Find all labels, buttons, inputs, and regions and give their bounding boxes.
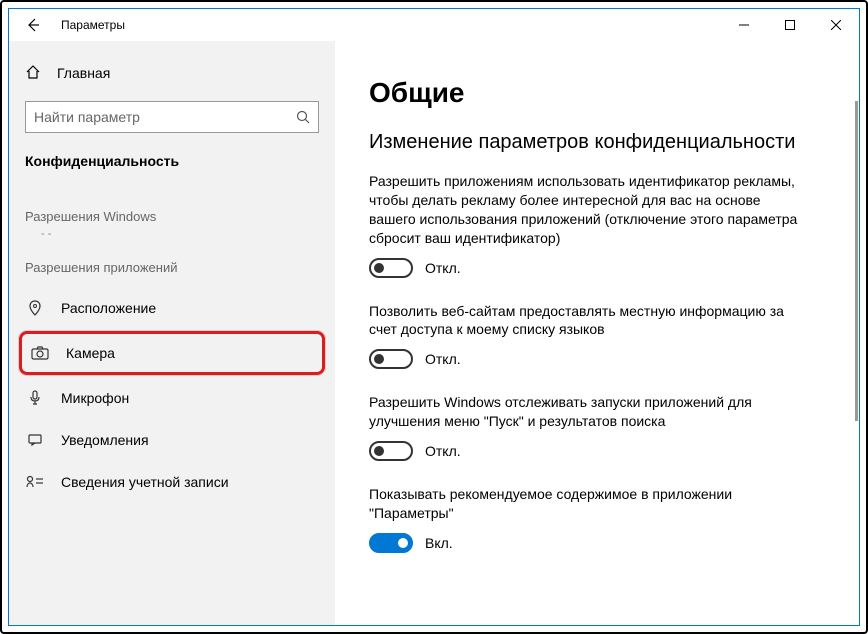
toggle-app-launch-tracking[interactable] bbox=[369, 441, 413, 461]
toggle-ad-id[interactable] bbox=[369, 258, 413, 278]
section-title: Изменение параметров конфиденциальности bbox=[369, 131, 825, 154]
sidebar-item-account-info[interactable]: Сведения учетной записи bbox=[9, 461, 335, 503]
arrow-left-icon bbox=[25, 17, 41, 33]
sidebar: Главная Конфиденциальность Разрешения Wi… bbox=[9, 41, 335, 625]
setting-app-launch-tracking: Разрешить Windows отслеживать запуски пр… bbox=[369, 393, 825, 461]
page-title: Общие bbox=[369, 77, 825, 109]
sidebar-item-label: Расположение bbox=[61, 300, 156, 316]
scrollbar[interactable] bbox=[855, 101, 858, 421]
toggle-label: Вкл. bbox=[425, 535, 453, 551]
group-sub: - - bbox=[9, 228, 335, 242]
titlebar: Параметры bbox=[9, 9, 859, 41]
maximize-button[interactable] bbox=[767, 9, 813, 41]
toggle-label: Откл. bbox=[425, 443, 461, 459]
setting-desc: Позволить веб-сайтам предоставлять местн… bbox=[369, 302, 809, 340]
group-app-permissions: Разрешения приложений bbox=[9, 242, 335, 287]
highlight-camera: Камера bbox=[19, 331, 325, 375]
microphone-icon bbox=[25, 390, 45, 406]
sidebar-item-microphone[interactable]: Микрофон bbox=[9, 377, 335, 419]
minimize-button[interactable] bbox=[721, 9, 767, 41]
close-icon bbox=[831, 20, 841, 30]
settings-window: Параметры Главная bbox=[8, 8, 860, 626]
setting-desc: Показывать рекомендуемое содержимое в пр… bbox=[369, 485, 809, 523]
back-button[interactable] bbox=[9, 9, 57, 41]
setting-language-list: Позволить веб-сайтам предоставлять местн… bbox=[369, 302, 825, 370]
search-input[interactable] bbox=[34, 109, 296, 125]
sidebar-item-camera[interactable]: Камера bbox=[22, 334, 322, 372]
location-icon bbox=[25, 300, 45, 316]
close-button[interactable] bbox=[813, 9, 859, 41]
section-label: Конфиденциальность bbox=[9, 147, 335, 191]
nav-home[interactable]: Главная bbox=[9, 53, 335, 93]
minimize-icon bbox=[739, 20, 749, 30]
sidebar-item-label: Сведения учетной записи bbox=[61, 474, 229, 490]
toggle-recommended-content[interactable] bbox=[369, 533, 413, 553]
sidebar-item-notifications[interactable]: Уведомления bbox=[9, 419, 335, 461]
toggle-label: Откл. bbox=[425, 351, 461, 367]
sidebar-item-label: Уведомления bbox=[61, 432, 149, 448]
sidebar-item-label: Камера bbox=[66, 345, 115, 361]
main-content: Общие Изменение параметров конфиденциаль… bbox=[335, 41, 859, 625]
sidebar-item-label: Микрофон bbox=[61, 390, 129, 406]
search-box[interactable] bbox=[25, 101, 319, 133]
camera-icon bbox=[30, 345, 50, 361]
search-icon bbox=[296, 110, 310, 124]
home-icon bbox=[25, 64, 41, 83]
account-info-icon bbox=[25, 474, 45, 490]
notifications-icon bbox=[25, 432, 45, 448]
window-title: Параметры bbox=[61, 18, 125, 32]
setting-desc: Разрешить приложениям использовать идент… bbox=[369, 172, 809, 248]
toggle-label: Откл. bbox=[425, 260, 461, 276]
setting-desc: Разрешить Windows отслеживать запуски пр… bbox=[369, 393, 809, 431]
nav-home-label: Главная bbox=[57, 65, 110, 81]
toggle-language-list[interactable] bbox=[369, 349, 413, 369]
sidebar-item-location[interactable]: Расположение bbox=[9, 287, 335, 329]
setting-recommended-content: Показывать рекомендуемое содержимое в пр… bbox=[369, 485, 825, 553]
maximize-icon bbox=[785, 20, 795, 30]
setting-ad-id: Разрешить приложениям использовать идент… bbox=[369, 172, 825, 278]
